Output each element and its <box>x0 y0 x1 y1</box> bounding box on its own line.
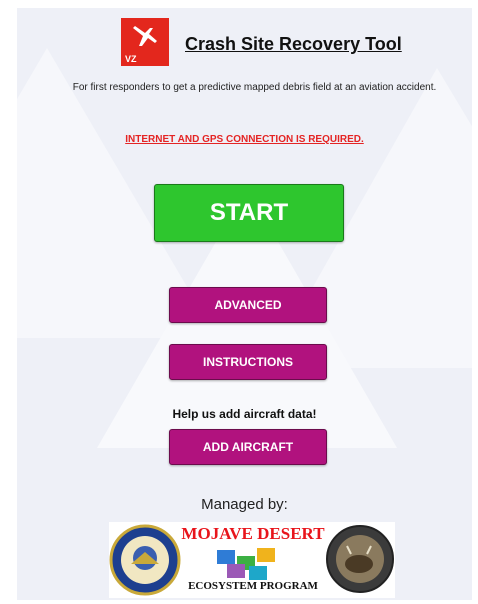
sponsor-logos: MOJAVE DESERT ECOSYSTEM PROGRAM <box>109 522 395 598</box>
sponsor-name-line1: MOJAVE DESERT <box>181 524 325 543</box>
wildlife-seal-icon <box>326 525 394 593</box>
advanced-button[interactable]: ADVANCED <box>169 287 327 323</box>
start-button[interactable]: START <box>154 184 344 242</box>
sponsor-name-line2: ECOSYSTEM PROGRAM <box>188 580 318 592</box>
app-description: For first responders to get a predictive… <box>72 82 437 93</box>
connection-warning: INTERNET AND GPS CONNECTION IS REQUIRED. <box>125 134 364 145</box>
managed-by-label: Managed by: <box>201 496 288 513</box>
app-logo-label: VZ <box>125 54 137 64</box>
app-title: Crash Site Recovery Tool <box>185 34 402 54</box>
app-screen: VZ Crash Site Recovery Tool For first re… <box>17 8 472 600</box>
instructions-button[interactable]: INSTRUCTIONS <box>169 344 327 380</box>
help-text: Help us add aircraft data! <box>172 407 317 421</box>
app-logo-icon: VZ <box>121 18 169 66</box>
crashing-plane-icon <box>133 26 157 46</box>
ecosystem-blocks-icon <box>217 548 275 580</box>
add-aircraft-button[interactable]: ADD AIRCRAFT <box>169 429 327 465</box>
